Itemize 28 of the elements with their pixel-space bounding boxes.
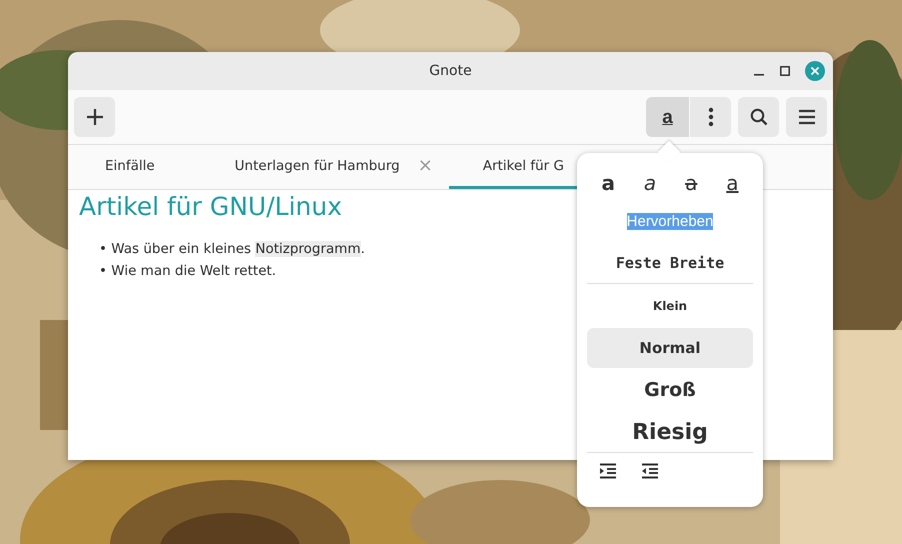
strike-style-button[interactable]: a [679,171,704,195]
monospace-option[interactable]: Feste Breite [587,242,753,283]
more-button[interactable] [690,97,731,137]
underline-style-button[interactable]: a [720,171,745,195]
menu-icon [798,109,816,125]
bullet-item: • Wie man die Welt rettet. [98,262,276,281]
note-tab[interactable]: Einfälle [68,145,189,189]
size-option[interactable]: Klein [587,286,753,326]
search-button[interactable] [738,97,779,137]
text-format-button[interactable]: a [646,97,689,137]
note-tab[interactable]: Unterlagen für Hamburg × [188,145,449,189]
add-button[interactable] [74,97,115,137]
more-icon [708,107,714,127]
italic-style-button[interactable]: a [638,171,662,195]
menu-button[interactable] [786,97,827,137]
window-title: Gnote [429,63,472,79]
size-option[interactable]: Normal [587,328,753,368]
close-icon[interactable] [805,61,825,81]
maximize-icon[interactable] [779,65,791,77]
search-icon [750,108,768,126]
indent-increase-icon[interactable] [599,463,617,479]
indent-decrease-icon[interactable] [641,463,659,479]
plus-icon [86,108,104,126]
bullet-item: • Was über ein kleines Notizprogramm. [98,240,365,259]
size-option[interactable]: Riesig [587,412,753,452]
size-option[interactable]: Groß [587,370,753,410]
bold-style-button[interactable]: a [595,171,621,195]
note-title: Artikel für GNU/Linux [79,191,342,223]
